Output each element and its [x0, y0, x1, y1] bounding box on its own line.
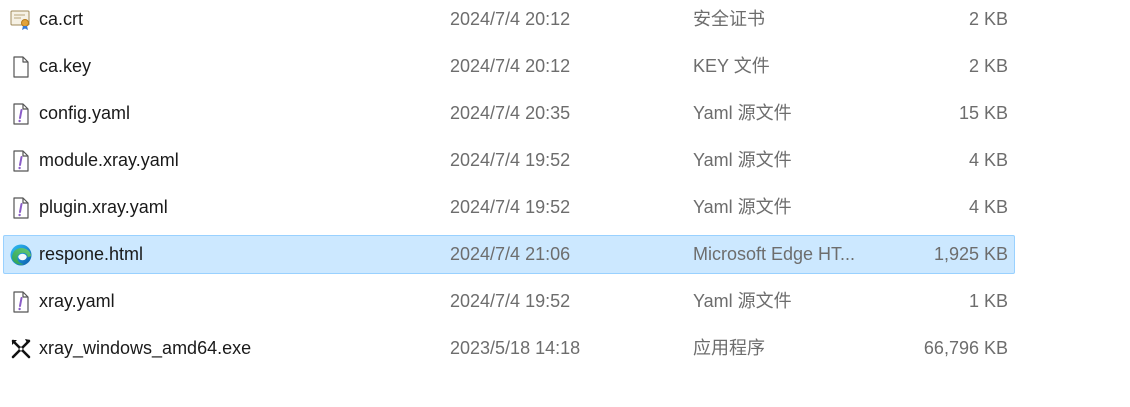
- file-type: Microsoft Edge HT...: [693, 244, 856, 264]
- file-name: respone.html: [39, 244, 144, 264]
- file-row-module-xray-yaml[interactable]: module.xray.yaml 2024/7/4 19:52 Yaml 源文件…: [3, 141, 1015, 180]
- file-list: ca.crt 2024/7/4 20:12 安全证书 2 KB ca.key 2…: [0, 0, 1130, 407]
- file-row-respone-html[interactable]: respone.html 2024/7/4 21:06 Microsoft Ed…: [3, 235, 1015, 274]
- file-size: 15 KB: [958, 103, 1008, 123]
- file-date: 2024/7/4 20:12: [450, 9, 571, 29]
- file-type: 应用程序: [693, 338, 765, 358]
- file-type: 安全证书: [693, 9, 765, 29]
- file-name: plugin.xray.yaml: [39, 197, 168, 217]
- certificate-icon: [9, 8, 33, 32]
- file-row-plugin-xray-yaml[interactable]: plugin.xray.yaml 2024/7/4 19:52 Yaml 源文件…: [3, 188, 1015, 227]
- executable-icon: [9, 337, 33, 361]
- file-date: 2024/7/4 19:52: [450, 291, 571, 311]
- file-date: 2024/7/4 21:06: [450, 244, 571, 264]
- yaml-file-icon: [9, 196, 33, 220]
- file-date: 2023/5/18 14:18: [450, 338, 581, 358]
- file-row-xray-yaml[interactable]: xray.yaml 2024/7/4 19:52 Yaml 源文件 1 KB: [3, 282, 1015, 321]
- file-size: 1,925 KB: [933, 244, 1008, 264]
- file-name: ca.crt: [39, 9, 84, 29]
- file-size: 66,796 KB: [923, 338, 1008, 358]
- file-name: xray_windows_amd64.exe: [39, 338, 252, 358]
- edge-icon: [9, 243, 33, 267]
- file-name: module.xray.yaml: [39, 150, 179, 170]
- file-date: 2024/7/4 20:35: [450, 103, 571, 123]
- file-size: 1 KB: [968, 291, 1008, 311]
- file-row-ca-key[interactable]: ca.key 2024/7/4 20:12 KEY 文件 2 KB: [3, 47, 1015, 86]
- file-date: 2024/7/4 19:52: [450, 197, 571, 217]
- file-date: 2024/7/4 20:12: [450, 56, 571, 76]
- blank-file-icon: [9, 55, 33, 79]
- file-size: 2 KB: [968, 56, 1008, 76]
- file-name: xray.yaml: [39, 291, 115, 311]
- file-type: Yaml 源文件: [693, 197, 792, 217]
- file-name: config.yaml: [39, 103, 131, 123]
- file-size: 2 KB: [968, 9, 1008, 29]
- file-row-config-yaml[interactable]: config.yaml 2024/7/4 20:35 Yaml 源文件 15 K…: [3, 94, 1015, 133]
- yaml-file-icon: [9, 102, 33, 126]
- file-type: Yaml 源文件: [693, 291, 792, 311]
- file-size: 4 KB: [968, 150, 1008, 170]
- file-row-ca-crt[interactable]: ca.crt 2024/7/4 20:12 安全证书 2 KB: [3, 0, 1015, 39]
- file-size: 4 KB: [968, 197, 1008, 217]
- file-date: 2024/7/4 19:52: [450, 150, 571, 170]
- file-type: Yaml 源文件: [693, 150, 792, 170]
- file-name: ca.key: [39, 56, 92, 76]
- file-type: KEY 文件: [693, 56, 770, 76]
- file-type: Yaml 源文件: [693, 103, 792, 123]
- yaml-file-icon: [9, 290, 33, 314]
- yaml-file-icon: [9, 149, 33, 173]
- file-row-xray-windows-amd64-exe[interactable]: xray_windows_amd64.exe 2023/5/18 14:18 应…: [3, 329, 1015, 368]
